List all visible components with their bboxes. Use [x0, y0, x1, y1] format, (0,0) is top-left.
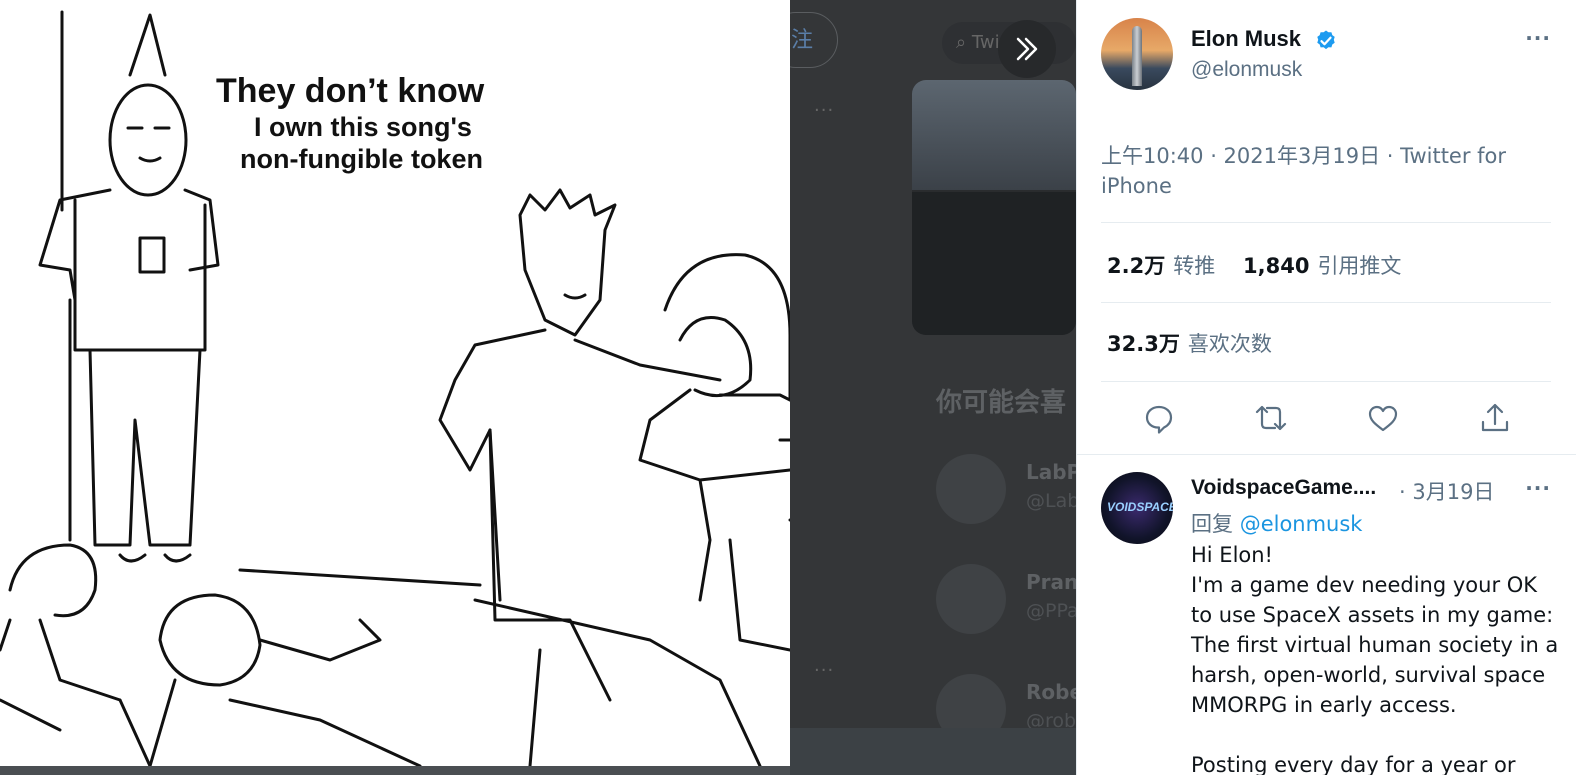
share-icon	[1481, 403, 1509, 432]
like-button[interactable]	[1361, 396, 1405, 440]
suggested-user-name: Prana	[1026, 570, 1076, 594]
avatar-logo-text: VOIDSPACE	[1107, 500, 1173, 514]
avatar[interactable]: VOIDSPACE	[1101, 472, 1173, 544]
chevrons-right-icon	[1016, 37, 1038, 61]
background-timeline: 注 ⌕ Twi ··· 你可能会喜 LabP @Lab Prana @PPa R…	[790, 0, 1076, 775]
quotes-count: 1,840	[1243, 254, 1310, 278]
tweet-author-handle[interactable]: @elonmusk	[1191, 58, 1302, 82]
quotes-label: 引用推文	[1317, 254, 1402, 278]
media-thumbnail	[912, 80, 1076, 190]
retweet-button[interactable]	[1249, 396, 1293, 440]
avatar	[936, 454, 1006, 524]
replying-prefix: 回复	[1191, 512, 1233, 536]
retweet-icon	[1255, 405, 1287, 431]
meme-caption-line: non-fungible token	[240, 144, 483, 174]
likes-label: 喜欢次数	[1187, 332, 1272, 356]
likes-stat[interactable]: 32.3万 喜欢次数	[1107, 328, 1272, 358]
tweet-timestamp[interactable]: 上午10:40 · 2021年3月19日 · Twitter for iPhon…	[1101, 141, 1521, 201]
suggested-user-name: LabP	[1026, 460, 1076, 484]
retweets-count: 2.2万	[1107, 254, 1166, 278]
retweets-stat[interactable]: 2.2万 转推	[1107, 250, 1215, 280]
verified-badge-icon	[1317, 30, 1335, 50]
reply-icon	[1145, 405, 1173, 434]
divider	[1101, 302, 1551, 303]
more-dots-icon: ···	[814, 100, 835, 121]
quotes-stat[interactable]: 1,840 引用推文	[1243, 250, 1401, 280]
expand-panel-button[interactable]	[998, 20, 1056, 78]
suggested-user-name: Robe	[1026, 680, 1076, 704]
reply-text: Hi Elon! I'm a game dev needing your OK …	[1191, 543, 1559, 775]
meme-caption-line: I own this song's	[254, 112, 472, 142]
bottom-bar-background	[790, 728, 1076, 775]
replying-to-link[interactable]: @elonmusk	[1240, 512, 1363, 536]
tweet-detail-panel: Elon Musk @elonmusk ··· 上午10:40 · 2021年3…	[1076, 0, 1576, 775]
media-card-background	[912, 80, 1076, 335]
share-button[interactable]	[1473, 396, 1517, 440]
follow-button-background: 注	[790, 12, 838, 68]
search-placeholder: Twi	[971, 32, 1000, 53]
search-icon: ⌕	[956, 32, 967, 53]
like-icon	[1368, 405, 1398, 432]
media-thumbnail	[912, 192, 1076, 335]
more-options-button[interactable]: ···	[1525, 476, 1551, 500]
avatar	[936, 564, 1006, 634]
divider	[1077, 454, 1576, 455]
replying-to: 回复 @elonmusk	[1191, 508, 1362, 538]
suggested-user: LabP @Lab	[936, 454, 1076, 526]
suggested-user-handle: @PPa	[1026, 600, 1076, 622]
suggested-user: Prana @PPa	[936, 564, 1076, 636]
avatar-rocket-image	[1132, 26, 1142, 86]
divider	[1101, 381, 1551, 382]
suggested-user-handle: @Lab	[1026, 490, 1076, 512]
avatar[interactable]	[1101, 18, 1173, 90]
more-options-button[interactable]: ···	[1525, 26, 1551, 50]
media-image: They don’t know I own this song's non-fu…	[0, 0, 790, 766]
likes-count: 32.3万	[1107, 332, 1180, 356]
reply-date[interactable]: · 3月19日	[1399, 476, 1494, 506]
reply-button[interactable]	[1137, 396, 1181, 440]
retweets-label: 转推	[1173, 254, 1216, 278]
divider	[1101, 222, 1551, 223]
meme-caption-line: They don’t know	[216, 72, 485, 110]
tweet-author-name[interactable]: Elon Musk	[1191, 26, 1301, 52]
who-to-follow-heading: 你可能会喜	[936, 388, 1067, 418]
reply-author-name[interactable]: VoidspaceGame....	[1191, 476, 1376, 500]
more-dots-icon: ···	[814, 660, 835, 681]
